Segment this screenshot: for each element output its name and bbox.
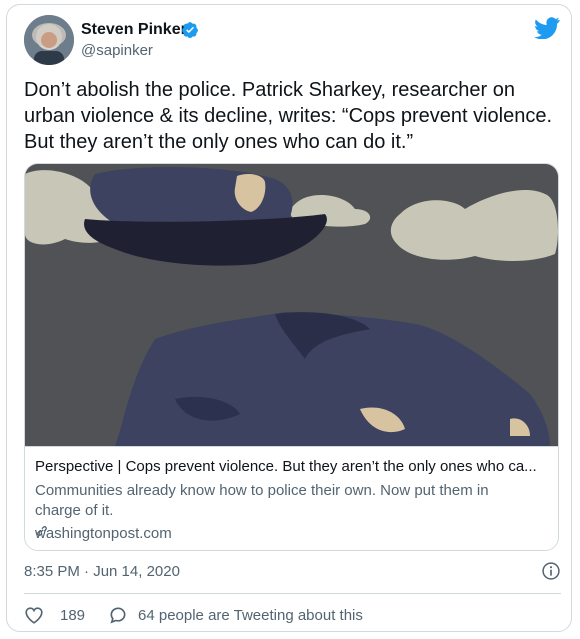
- tweeting-about-text: 64 people are Tweeting about this: [138, 606, 363, 624]
- link-card-title[interactable]: Perspective | Cops prevent violence. But…: [35, 457, 547, 477]
- avatar-image: [24, 15, 74, 65]
- verified-badge-icon: [182, 22, 198, 39]
- link-card-info[interactable]: Perspective | Cops prevent violence. But…: [25, 446, 558, 550]
- tweet-text: Don’t abolish the police. Patrick Sharke…: [24, 79, 553, 153]
- like-button[interactable]: 189: [24, 605, 85, 625]
- info-icon[interactable]: [541, 561, 561, 581]
- link-card-description: Communities already know how to police t…: [35, 482, 489, 519]
- link-preview-card[interactable]: Perspective | Cops prevent violence. But…: [24, 163, 559, 551]
- link-domain-text: washingtonpost.com: [35, 525, 172, 542]
- link-icon: [37, 526, 47, 536]
- like-count: 189: [60, 606, 86, 624]
- link-card-domain: washingtonpost.com: [35, 524, 172, 544]
- author-avatar[interactable]: [24, 15, 74, 65]
- tweet-card: Steven Pinker @sapinker Don’t abolish th…: [6, 4, 572, 632]
- author-name[interactable]: Steven Pinker: [81, 21, 187, 39]
- author-handle[interactable]: @sapinker: [81, 42, 153, 59]
- speech-bubble-icon: [110, 607, 126, 624]
- heart-icon: [25, 607, 43, 624]
- tweeting-about-button[interactable]: 64 people are Tweeting about this: [108, 605, 363, 625]
- divider: [24, 593, 561, 594]
- article-illustration: [25, 164, 558, 446]
- twitter-bird-icon[interactable]: [534, 17, 560, 39]
- tweet-timestamp[interactable]: 8:35 PM · Jun 14, 2020: [24, 563, 180, 580]
